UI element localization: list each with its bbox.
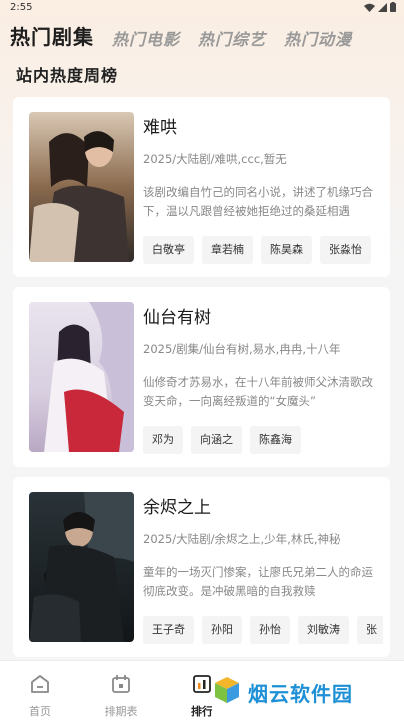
drama-title[interactable]: 余烬之上 <box>143 493 211 518</box>
section-title: 站内热度周榜 <box>16 66 119 85</box>
watermark: 烟云软件园 <box>212 672 359 712</box>
drama-title[interactable]: 难哄 <box>143 113 177 138</box>
wifi-icon <box>364 3 375 15</box>
status-icons <box>364 2 396 15</box>
actor-list: 邓为 向涵之 陈鑫海 <box>143 426 383 454</box>
drama-card[interactable]: 余烬之上 2025/大陆剧/余烬之上,少年,林氏,神秘 童年的一场灭门惨案，让廖… <box>13 477 390 657</box>
poster-image[interactable] <box>29 112 134 262</box>
drama-description: 该剧改编自竹己的同名小说，讲述了机缘巧合下，温以凡跟曾经被她拒绝过的桑延相遇 <box>143 185 373 218</box>
drama-card[interactable]: 仙台有树 2025/剧集/仙台有树,易水,冉冉,十八年 仙修奇才苏易水，在十八年… <box>13 287 390 467</box>
home-icon <box>29 675 51 699</box>
actor-list: 王子奇 孙阳 孙怡 刘敏涛 张 <box>143 616 383 644</box>
nav-schedule-label: 排期表 <box>104 705 138 718</box>
actor-tag[interactable]: 向涵之 <box>191 426 242 454</box>
calendar-icon <box>110 675 132 699</box>
battery-icon <box>390 2 396 15</box>
chart-icon <box>191 675 213 699</box>
drama-description: 童年的一场灭门惨案，让廖氏兄弟二人的命运彻底改变。是冲破黑暗的自我救赎 <box>143 565 373 598</box>
nav-schedule[interactable]: 排期表 <box>91 673 151 719</box>
actor-tag[interactable]: 刘敏涛 <box>298 616 349 644</box>
poster-image[interactable] <box>29 302 134 452</box>
drama-card[interactable]: 难哄 2025/大陆剧/难哄,ccc,暂无 该剧改编自竹己的同名小说，讲述了机缘… <box>13 97 390 277</box>
actor-tag[interactable]: 王子奇 <box>143 616 194 644</box>
tab-hot-variety[interactable]: 热门综艺 <box>198 26 266 56</box>
nav-home-label: 首页 <box>29 705 51 718</box>
drama-description: 仙修奇才苏易水，在十八年前被师父沐清歌改变天命，一向离经叛道的“女魔头” <box>143 375 373 408</box>
actor-tag[interactable]: 张淼怡 <box>320 236 371 264</box>
tab-hot-series[interactable]: 热门剧集 <box>10 21 94 56</box>
poster-image[interactable] <box>29 492 134 642</box>
nav-home[interactable]: 首页 <box>10 673 70 719</box>
actor-tag[interactable]: 白敬亭 <box>143 236 194 264</box>
drama-meta: 2025/剧集/仙台有树,易水,冉冉,十八年 <box>143 342 341 356</box>
actor-list: 白敬亭 章若楠 陈昊森 张淼怡 <box>143 236 383 264</box>
actor-tag[interactable]: 孙怡 <box>250 616 290 644</box>
actor-tag[interactable]: 章若楠 <box>202 236 253 264</box>
signal-icon <box>378 2 387 15</box>
watermark-text: 烟云软件园 <box>248 681 353 706</box>
actor-tag[interactable]: 张 <box>357 616 383 644</box>
status-time: 2:55 <box>10 2 33 13</box>
actor-tag[interactable]: 孙阳 <box>202 616 242 644</box>
drama-meta: 2025/大陆剧/余烬之上,少年,林氏,神秘 <box>143 532 341 546</box>
tab-hot-anime[interactable]: 热门动漫 <box>284 26 352 56</box>
drama-meta: 2025/大陆剧/难哄,ccc,暂无 <box>143 152 287 166</box>
actor-tag[interactable]: 邓为 <box>143 426 183 454</box>
tab-hot-movies[interactable]: 热门电影 <box>112 26 180 56</box>
category-tabs: 热门剧集 热门电影 热门综艺 热门动漫 <box>10 20 404 56</box>
cube-logo-icon <box>212 675 242 709</box>
actor-tag[interactable]: 陈昊森 <box>261 236 312 264</box>
actor-tag[interactable]: 陈鑫海 <box>250 426 301 454</box>
drama-title[interactable]: 仙台有树 <box>143 303 211 328</box>
status-bar: 2:55 <box>0 0 404 16</box>
